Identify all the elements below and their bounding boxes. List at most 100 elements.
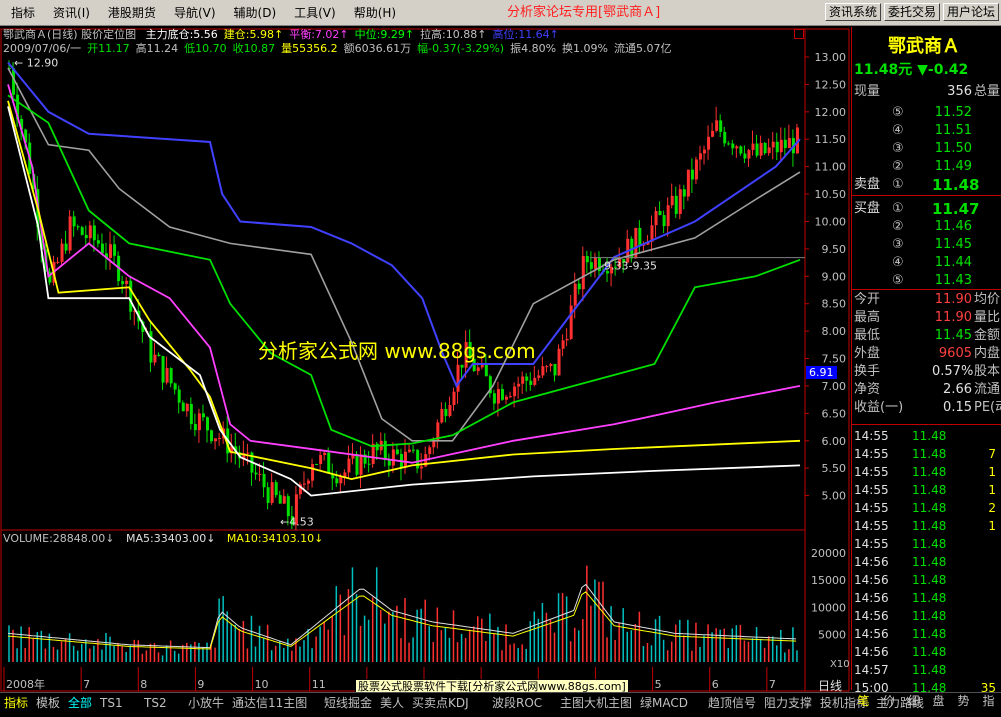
candle-body bbox=[274, 482, 278, 496]
volume-axis-label: 10000 bbox=[811, 601, 846, 614]
candle-body bbox=[771, 141, 775, 148]
candle-body bbox=[339, 476, 343, 484]
menu-item-3[interactable]: 导航(V) bbox=[165, 4, 225, 22]
sell-level-1: ④ 11.51 bbox=[854, 122, 1000, 140]
menu-item-0[interactable]: 指标 bbox=[2, 4, 44, 22]
sell-price: 11.50 bbox=[934, 141, 972, 156]
buy-index: ① bbox=[892, 201, 904, 216]
candle-body bbox=[666, 205, 670, 227]
menu-item-2[interactable]: 港股期货 bbox=[99, 4, 165, 22]
tick-row: 14:55 11.48 1 bbox=[854, 517, 1000, 535]
volume-axis-label: 15000 bbox=[811, 574, 846, 587]
stat-right-label: 股本 bbox=[974, 364, 1001, 379]
candle-body bbox=[383, 440, 387, 459]
buy-index: ② bbox=[892, 219, 904, 234]
bottom-tab-3[interactable]: TS1 bbox=[100, 695, 123, 711]
candle-body bbox=[177, 389, 181, 403]
candle-body bbox=[218, 438, 222, 440]
menu-item-1[interactable]: 资讯(I) bbox=[44, 4, 99, 22]
candle-body bbox=[210, 430, 214, 442]
line-zhongwei bbox=[7, 94, 801, 448]
candle-body bbox=[690, 169, 694, 180]
menu-item-4[interactable]: 辅助(D) bbox=[225, 4, 286, 22]
sell-label: 卖盘 bbox=[854, 177, 881, 192]
candle-body bbox=[412, 449, 416, 451]
quote-tab-4[interactable]: 势 bbox=[951, 692, 976, 710]
close-icon[interactable] bbox=[794, 29, 804, 39]
bottom-tab-2[interactable]: 全部 bbox=[68, 695, 92, 711]
quote-tab-3[interactable]: 盘 bbox=[926, 692, 951, 710]
bottom-tab-5[interactable]: 小放牛 bbox=[188, 695, 224, 711]
top-button-2[interactable]: 用户论坛 bbox=[942, 3, 999, 21]
candle-body bbox=[428, 447, 432, 455]
price-axis-label: 9.50 bbox=[822, 243, 847, 256]
price-chart[interactable]: 13.00 12.50 12.00 11.50 11.00 10.50 10.00 9.50 9… bbox=[0, 27, 850, 692]
stat-row-2: 最低 11.45 金额 bbox=[854, 327, 1000, 345]
bottom-tab-8[interactable]: 美人 bbox=[380, 695, 404, 711]
bottom-tab-1[interactable]: 模板 bbox=[36, 695, 60, 711]
quote-tab-5[interactable]: 指 bbox=[976, 692, 1001, 710]
candle-body bbox=[315, 464, 319, 466]
candle-body bbox=[278, 495, 282, 504]
top-button-1[interactable]: 委托交易 bbox=[883, 3, 940, 21]
bottom-tab-7[interactable]: 短线掘金 bbox=[324, 695, 372, 711]
date-label: 9 bbox=[197, 678, 204, 691]
tick-volume: 7 bbox=[988, 447, 996, 461]
candle-body bbox=[258, 473, 262, 475]
bottom-tab-6[interactable]: 通达信11主图 bbox=[232, 695, 307, 711]
bottom-tab-10[interactable]: 波段ROC bbox=[492, 695, 542, 711]
candle-body bbox=[440, 408, 444, 423]
tick-price: 11.48 bbox=[912, 627, 947, 641]
tick-row: 14:56 11.48 bbox=[854, 607, 1000, 625]
quote-tab-2[interactable]: 细 bbox=[901, 692, 926, 710]
candle-body bbox=[492, 393, 496, 404]
candle-body bbox=[246, 452, 250, 454]
bottom-tab-11[interactable]: 主图大机主图 bbox=[560, 695, 632, 711]
bottom-tab-13[interactable]: 趋顶信号 bbox=[708, 695, 756, 711]
stat-right-label: 量比 bbox=[974, 310, 1001, 325]
candle-body bbox=[585, 256, 589, 263]
candle-body bbox=[96, 240, 100, 244]
volume-ma5 bbox=[7, 583, 797, 649]
candle-body bbox=[731, 143, 735, 149]
candle-body bbox=[307, 480, 311, 484]
candle-body bbox=[658, 210, 662, 216]
candle-body bbox=[767, 147, 771, 154]
stock-title: 鄂武商Ａ(日线) 股价定位图 bbox=[3, 28, 137, 41]
quote-tab-0[interactable]: 笔 bbox=[851, 692, 876, 710]
candle-body bbox=[545, 366, 549, 368]
tick-row: 14:56 11.48 bbox=[854, 571, 1000, 589]
bottom-tab-12[interactable]: 绿MACD bbox=[640, 695, 688, 711]
candle-body bbox=[153, 354, 157, 363]
menu-item-6[interactable]: 帮助(H) bbox=[345, 4, 405, 22]
candle-body bbox=[84, 234, 88, 239]
price-axis-label: 8.00 bbox=[822, 325, 847, 338]
stat-value: 0.15 bbox=[943, 400, 972, 415]
candle-body bbox=[323, 452, 327, 455]
candle-body bbox=[509, 396, 513, 398]
bottom-tab-0[interactable]: 指标 bbox=[4, 695, 28, 711]
candle-body bbox=[500, 389, 504, 400]
candle-body bbox=[525, 376, 529, 381]
stat-0: 2009/07/06/一 bbox=[3, 42, 82, 55]
bottom-tab-9[interactable]: 买卖点KDJ bbox=[412, 695, 469, 711]
quote-tab-1[interactable]: 价 bbox=[876, 692, 901, 710]
bottom-tab-4[interactable]: TS2 bbox=[144, 695, 167, 711]
candle-body bbox=[694, 159, 698, 180]
bottom-tab-14[interactable]: 阻力支撑 bbox=[764, 695, 812, 711]
sell-index: ② bbox=[892, 159, 904, 174]
period-label[interactable]: 日线 bbox=[818, 677, 842, 694]
stats-line: 2009/07/06/一 开11.17 高11.24 低10.70 收10.87 量553… bbox=[3, 42, 677, 55]
sell-level-0: ⑤ 11.52 bbox=[854, 104, 1000, 122]
candle-body bbox=[68, 216, 72, 251]
top-button-0[interactable]: 资讯系统 bbox=[824, 3, 881, 21]
tick-time: 14:55 bbox=[854, 519, 889, 533]
indicator-3: 中位:9.29↑ bbox=[354, 28, 415, 41]
tick-time: 14:56 bbox=[854, 591, 889, 605]
stat-label: 换手 bbox=[854, 364, 881, 379]
menu-item-5[interactable]: 工具(V) bbox=[285, 4, 345, 22]
candle-body bbox=[521, 376, 525, 384]
tick-sep bbox=[852, 424, 1001, 425]
candle-body bbox=[64, 243, 68, 251]
menu-bar: 指标 资讯(I) 港股期货 导航(V) 辅助(D) 工具(V) 帮助(H) 分析家论坛专用[… bbox=[0, 0, 1001, 26]
